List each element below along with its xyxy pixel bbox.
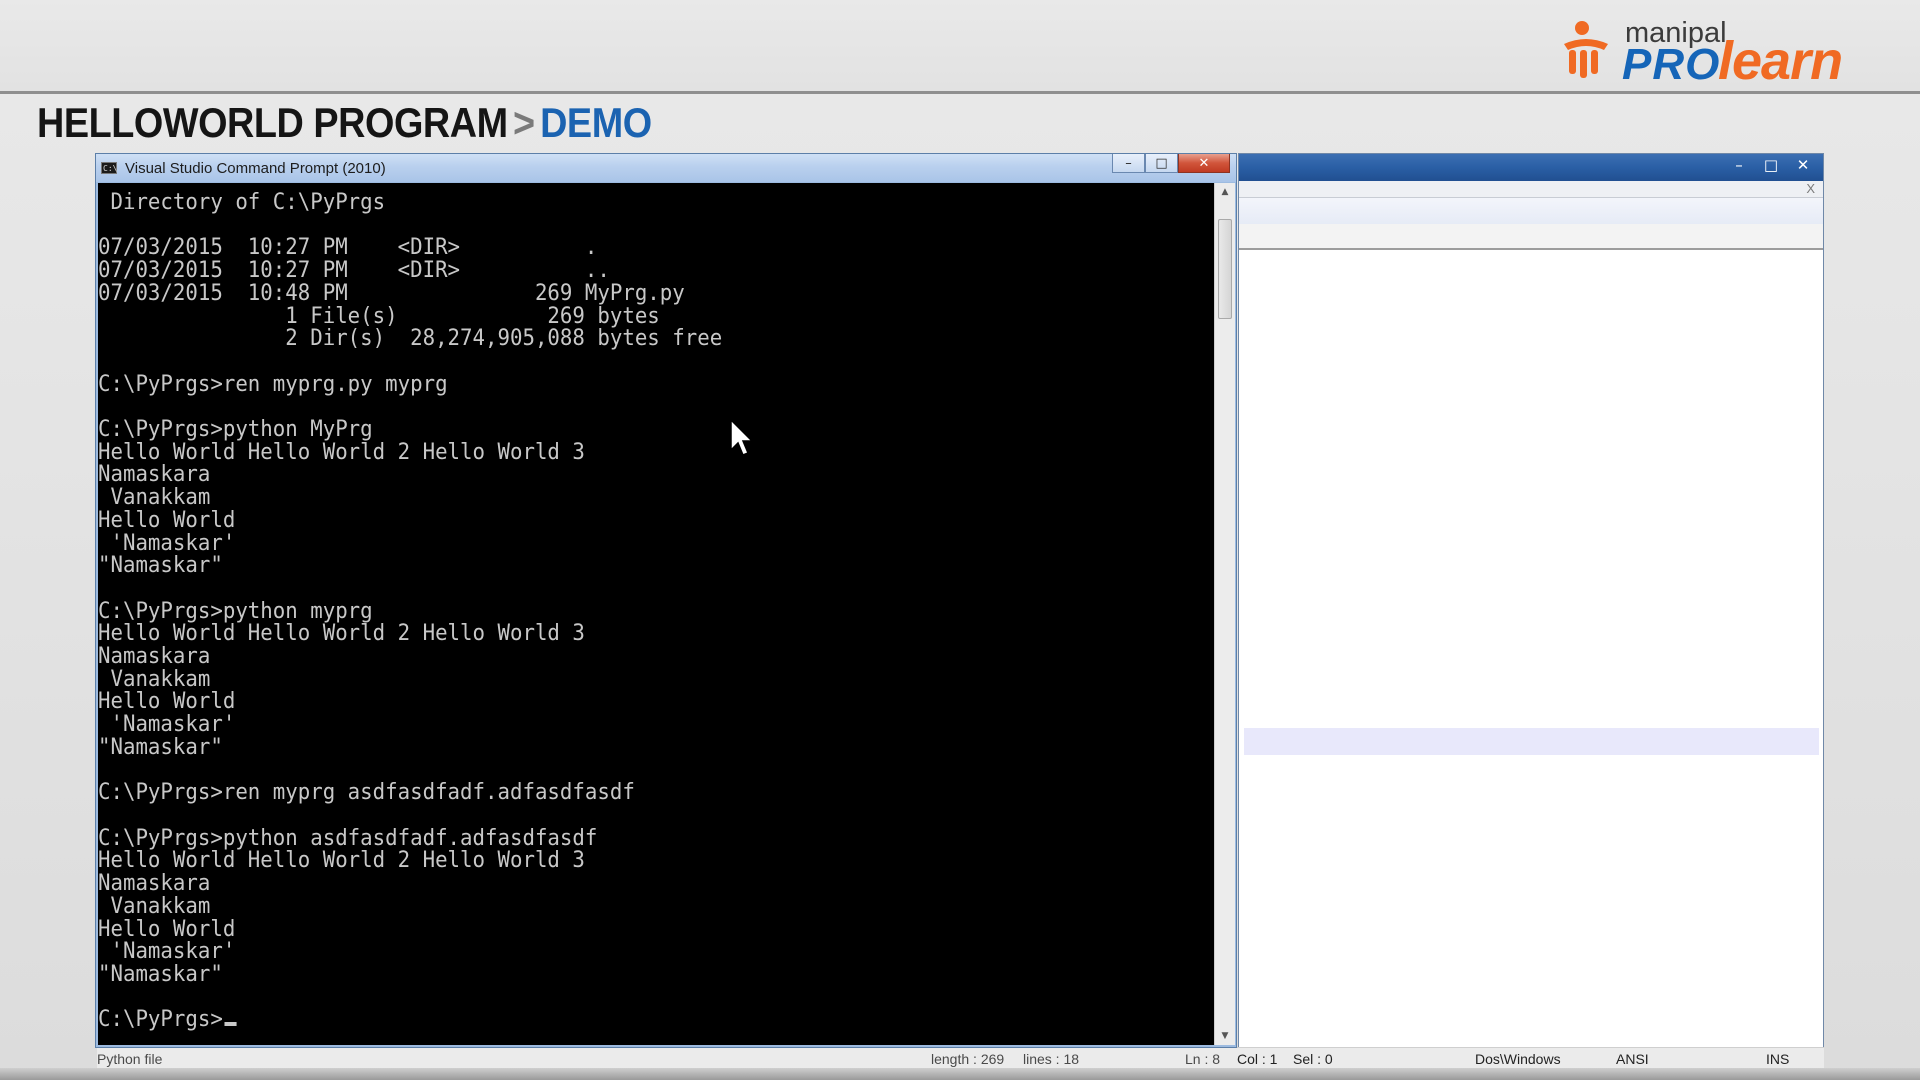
stage-floor <box>0 1068 1920 1080</box>
editor-tab-strip: X <box>1239 181 1823 198</box>
console-line: C:\PyPrgs>ren myprg asdfasdfadf.adfasdfa… <box>98 779 635 806</box>
editor-tab-close-button[interactable]: X <box>1806 181 1815 196</box>
mouse-pointer-icon <box>730 418 754 456</box>
status-ln: Ln : 8 <box>1185 1051 1221 1067</box>
slide-banner: manipal PRO learn <box>0 0 1920 94</box>
console-lines: Directory of C:\PyPrgs 07/03/2015 10:27 … <box>98 189 722 987</box>
console-line: Directory of C:\PyPrgs <box>110 189 386 215</box>
status-length: length : 269 <box>931 1051 1005 1067</box>
status-eol: Dos\Windows <box>1475 1051 1561 1067</box>
status-lines: lines : 18 <box>1023 1051 1080 1067</box>
scrollbar-thumb[interactable] <box>1218 219 1232 319</box>
cmd-titlebar[interactable]: C:\ Visual Studio Command Prompt (2010) … <box>96 154 1236 182</box>
console-line: "Namaskar" <box>98 552 223 579</box>
cmd-maximize-button[interactable]: □ <box>1145 154 1178 173</box>
editor-window[interactable]: – □ ✕ X <box>1238 153 1824 1070</box>
cmd-window-controls: – □ ✕ <box>1112 154 1230 173</box>
logo-figure-icon <box>1564 21 1608 78</box>
cmd-close-button[interactable]: ✕ <box>1178 154 1230 173</box>
cmd-minimize-button[interactable]: – <box>1112 154 1145 173</box>
editor-toolbar <box>1239 198 1823 224</box>
editor-minimize-button[interactable]: – <box>1725 155 1753 175</box>
logo-pro-text: PRO <box>1622 40 1721 89</box>
cmd-app-icon: C:\ <box>101 162 118 174</box>
editor-titlebar[interactable]: – □ ✕ <box>1239 154 1823 181</box>
status-bar: Python file length : 269 lines : 18 Ln :… <box>97 1047 1824 1070</box>
editor-window-controls: – □ ✕ <box>1725 155 1817 175</box>
scroll-up-arrow-icon[interactable]: ▲ <box>1215 183 1235 201</box>
console-text: Directory of C:\PyPrgs 07/03/2015 10:27 … <box>98 191 722 1031</box>
text-caret <box>224 1022 237 1027</box>
editor-maximize-button[interactable]: □ <box>1757 155 1785 175</box>
editor-text-area[interactable] <box>1239 250 1823 1047</box>
console-line: "Namaskar" <box>98 733 223 760</box>
status-file-type: Python file <box>97 1051 163 1067</box>
console-line: "Namaskar" <box>98 960 223 987</box>
slide-subtitle: DEMO <box>540 99 652 146</box>
editor-close-button[interactable]: ✕ <box>1789 155 1817 175</box>
console-line: 2 Dir(s) 28,274,905,088 bytes free <box>285 325 723 352</box>
console-vertical-scrollbar[interactable]: ▲ ▼ <box>1214 183 1235 1045</box>
manipal-prolearn-logo: manipal PRO learn <box>1560 16 1890 91</box>
logo-learn-text: learn <box>1718 31 1843 91</box>
command-prompt-window[interactable]: C:\ Visual Studio Command Prompt (2010) … <box>95 153 1237 1048</box>
slide-title-main: HELLOWORLD PROGRAM <box>37 99 508 146</box>
status-mode: INS <box>1766 1051 1790 1067</box>
console-output[interactable]: Directory of C:\PyPrgs 07/03/2015 10:27 … <box>98 183 1214 1045</box>
editor-current-line-highlight <box>1244 728 1819 755</box>
status-sel: Sel : 0 <box>1293 1051 1333 1067</box>
console-line: C:\PyPrgs>ren myprg.py myprg <box>98 370 448 397</box>
title-separator: > <box>513 99 535 146</box>
cmd-window-title: Visual Studio Command Prompt (2010) <box>125 160 386 177</box>
editor-ruler <box>1239 224 1823 250</box>
status-encoding: ANSI <box>1616 1051 1649 1067</box>
slide-title: HELLOWORLD PROGRAM > DEMO <box>37 99 652 147</box>
console-prompt: C:\PyPrgs> <box>98 1006 223 1033</box>
scroll-down-arrow-icon[interactable]: ▼ <box>1215 1027 1235 1045</box>
status-col: Col : 1 <box>1237 1051 1278 1067</box>
